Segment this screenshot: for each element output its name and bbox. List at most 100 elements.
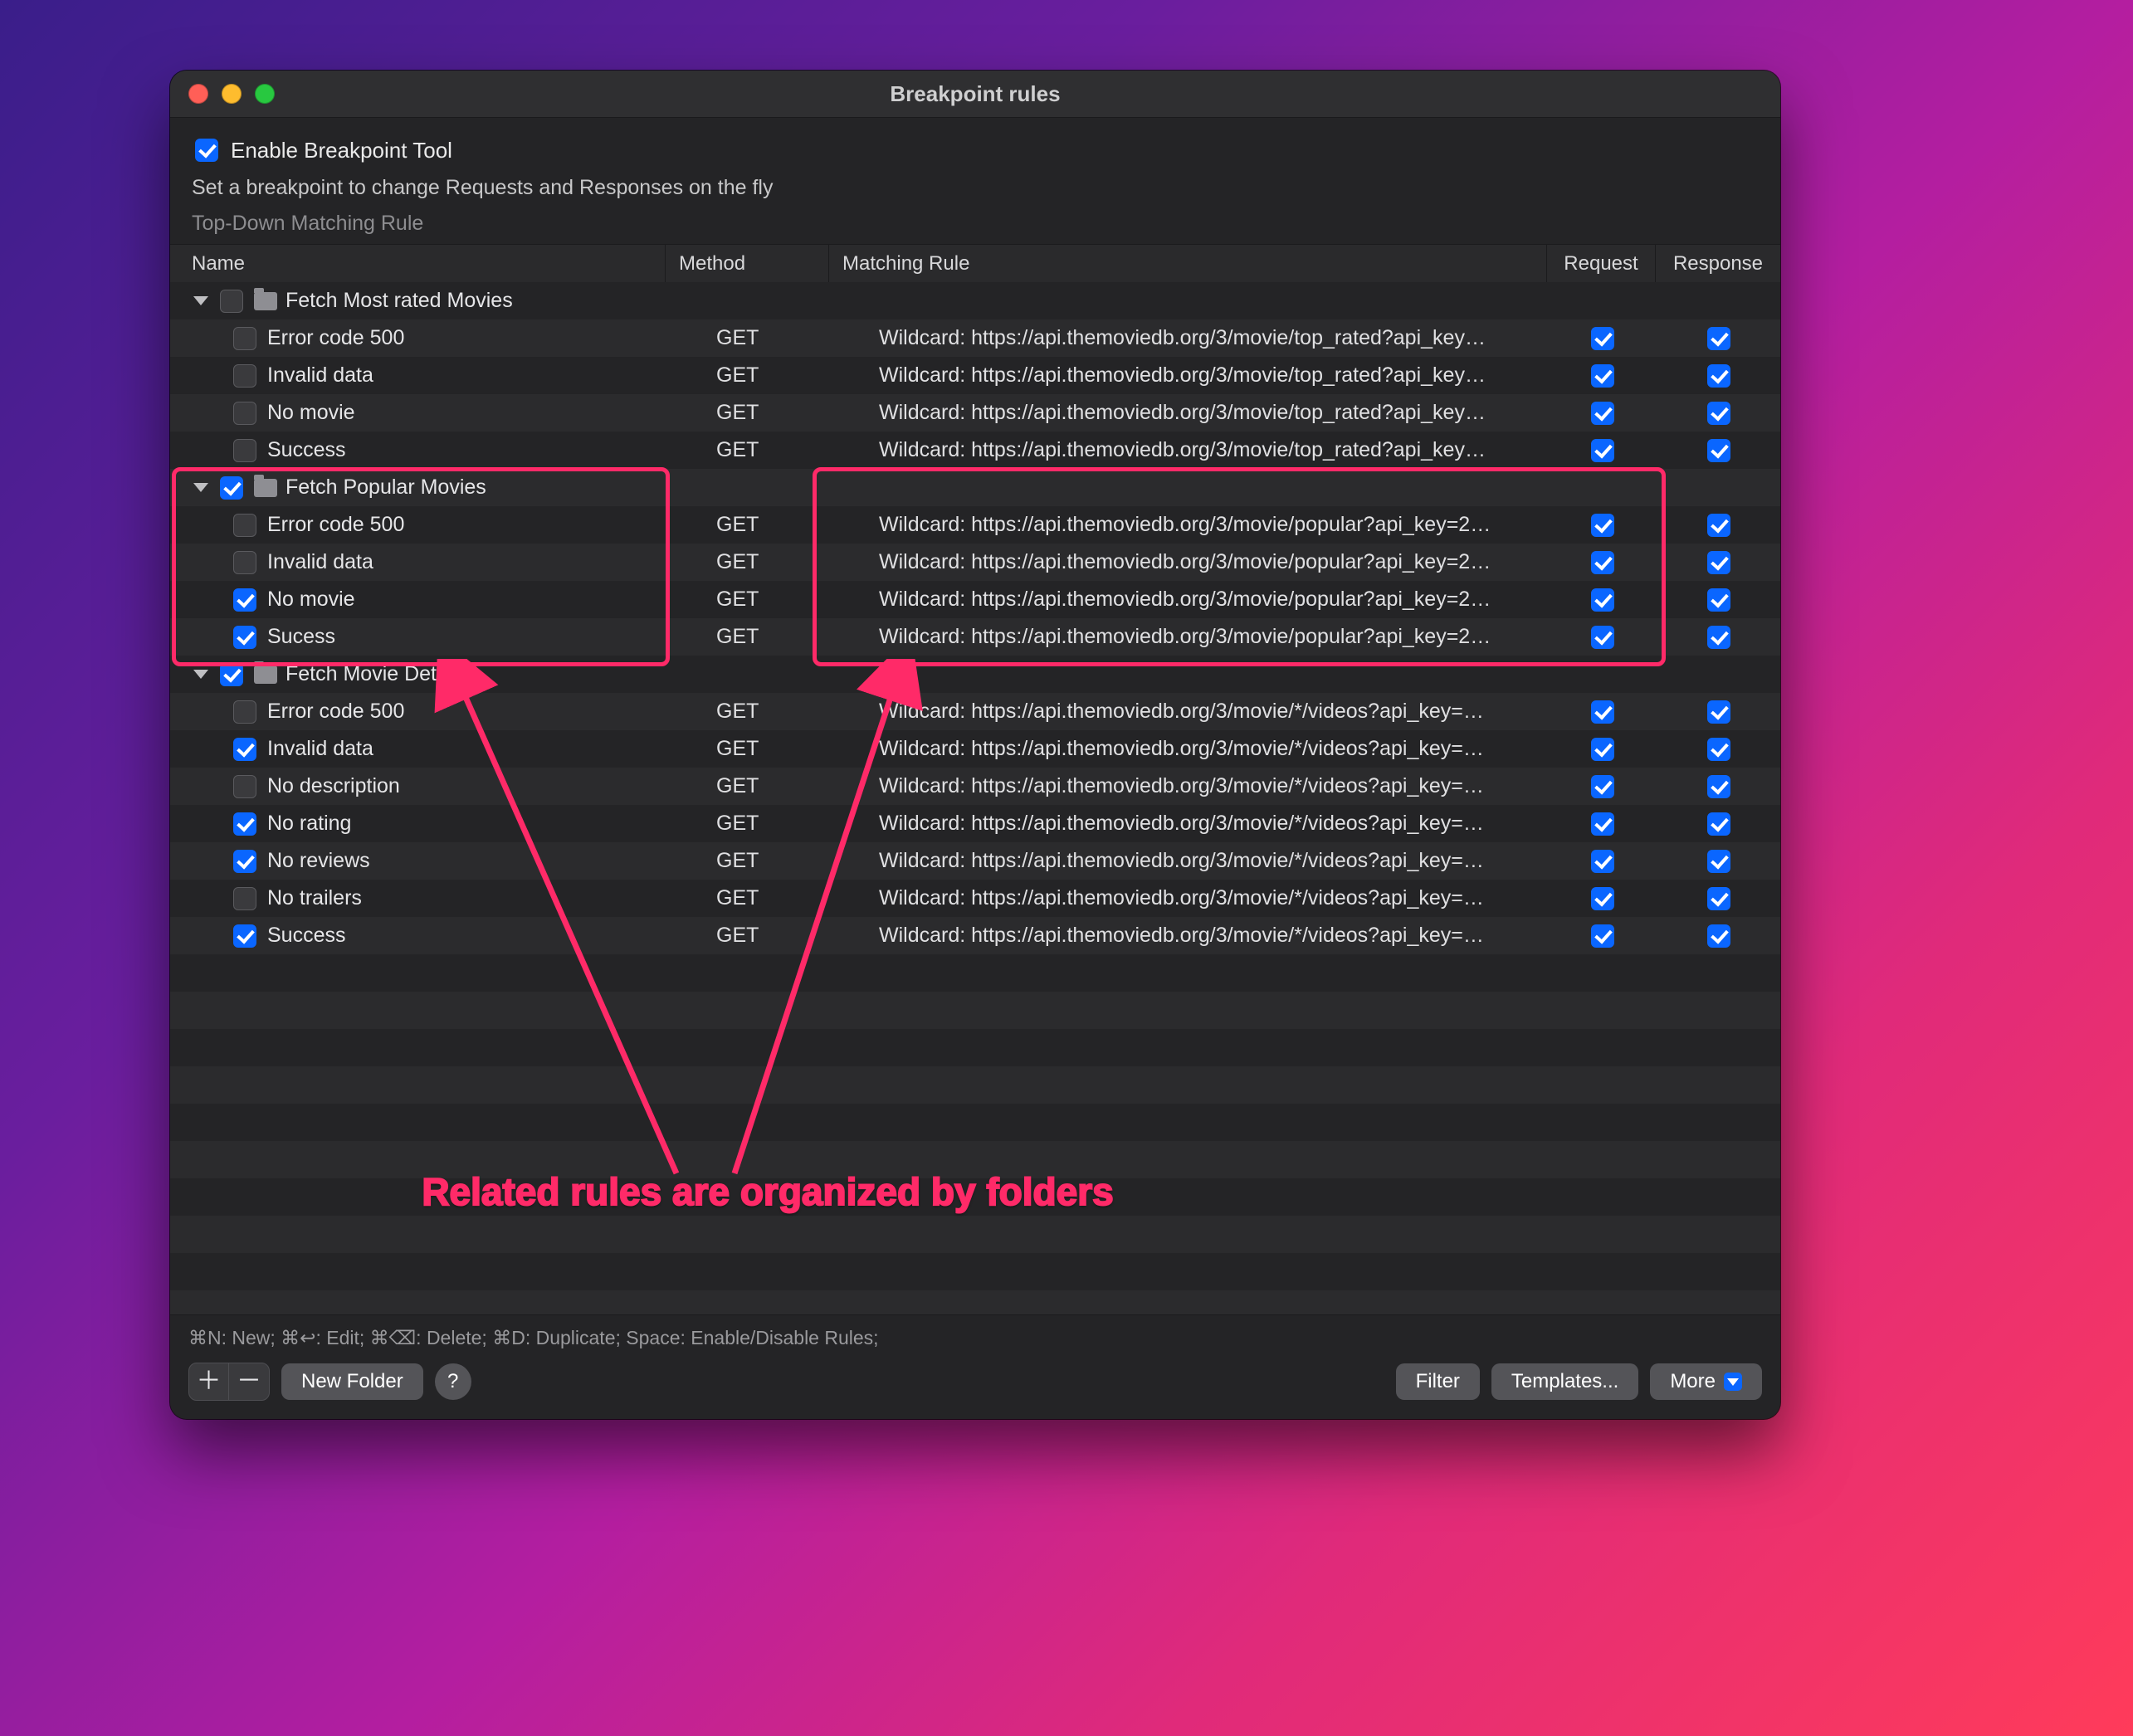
rule-enable-checkbox[interactable] — [233, 738, 256, 761]
rule-request-checkbox[interactable] — [1591, 700, 1614, 724]
more-button[interactable]: More — [1650, 1363, 1762, 1400]
col-method[interactable]: Method — [666, 245, 829, 283]
rule-enable-checkbox[interactable] — [233, 850, 256, 873]
rule-response-checkbox[interactable] — [1707, 402, 1730, 425]
rule-response-checkbox[interactable] — [1707, 924, 1730, 948]
rule-enable-checkbox[interactable] — [233, 887, 256, 910]
rule-enable-checkbox[interactable] — [233, 775, 256, 798]
rule-enable-checkbox[interactable] — [233, 439, 256, 462]
rule-response-checkbox[interactable] — [1707, 364, 1730, 388]
rule-enable-checkbox[interactable] — [233, 924, 256, 948]
rule-method: GET — [703, 363, 866, 388]
rule-enable-checkbox[interactable] — [233, 551, 256, 574]
rule-row[interactable]: No movieGETWildcard: https://api.themovi… — [170, 394, 1780, 432]
rule-response-checkbox[interactable] — [1707, 775, 1730, 798]
group-enable-checkbox[interactable] — [220, 476, 243, 500]
rule-row[interactable]: No trailersGETWildcard: https://api.them… — [170, 880, 1780, 917]
rule-request-checkbox[interactable] — [1591, 514, 1614, 537]
rule-row[interactable]: Invalid dataGETWildcard: https://api.the… — [170, 544, 1780, 581]
rule-row[interactable]: No descriptionGETWildcard: https://api.t… — [170, 768, 1780, 805]
rule-response-checkbox[interactable] — [1707, 327, 1730, 350]
rule-request-checkbox[interactable] — [1591, 439, 1614, 462]
rule-response-checkbox[interactable] — [1707, 588, 1730, 612]
rule-request-checkbox[interactable] — [1591, 364, 1614, 388]
rule-enable-checkbox[interactable] — [233, 514, 256, 537]
rule-request-checkbox[interactable] — [1591, 588, 1614, 612]
rule-row[interactable]: No reviewsGETWildcard: https://api.themo… — [170, 842, 1780, 880]
rule-request-checkbox[interactable] — [1591, 850, 1614, 873]
rule-request-checkbox[interactable] — [1591, 887, 1614, 910]
rule-request-checkbox[interactable] — [1591, 924, 1614, 948]
rule-response-checkbox[interactable] — [1707, 738, 1730, 761]
rule-row[interactable]: Error code 500 GETWildcard: https://api.t… — [170, 506, 1780, 544]
rule-enable-checkbox[interactable] — [233, 588, 256, 612]
templates-button[interactable]: Templates... — [1491, 1363, 1638, 1400]
rule-enable-checkbox[interactable] — [233, 402, 256, 425]
rule-request-checkbox[interactable] — [1591, 775, 1614, 798]
col-response[interactable]: Response — [1656, 245, 1780, 283]
footer: ⌘N: New; ⌘↩: Edit; ⌘⌫: Delete; ⌘D: Dupli… — [170, 1314, 1780, 1419]
rules-table: Name Method Matching Rule Request Respon… — [170, 244, 1780, 1314]
enable-breakpoint-checkbox[interactable] — [195, 139, 218, 162]
disclosure-triangle-icon[interactable] — [193, 483, 208, 492]
new-folder-button[interactable]: New Folder — [281, 1363, 423, 1400]
window-titlebar: Breakpoint rules — [170, 71, 1780, 118]
rule-row[interactable]: No ratingGETWildcard: https://api.themov… — [170, 805, 1780, 842]
rule-method: GET — [703, 737, 866, 761]
rule-row[interactable]: SucessGETWildcard: https://api.themovied… — [170, 618, 1780, 656]
rule-row[interactable]: Error code 500GETWildcard: https://api.t… — [170, 693, 1780, 730]
rule-enable-checkbox[interactable] — [233, 626, 256, 649]
disclosure-triangle-icon[interactable] — [193, 296, 208, 305]
col-request[interactable]: Request — [1547, 245, 1656, 283]
filter-button[interactable]: Filter — [1396, 1363, 1480, 1400]
col-rule[interactable]: Matching Rule — [829, 245, 1547, 283]
enable-breakpoint-row[interactable]: Enable Breakpoint Tool — [192, 136, 1759, 164]
rule-request-checkbox[interactable] — [1591, 626, 1614, 649]
group-enable-checkbox[interactable] — [220, 290, 243, 313]
rule-name: Error code 500 — [267, 513, 404, 537]
group-enable-checkbox[interactable] — [220, 663, 243, 686]
rule-method: GET — [703, 513, 866, 537]
rule-enable-checkbox[interactable] — [233, 327, 256, 350]
rule-enable-checkbox[interactable] — [233, 812, 256, 836]
rule-enable-checkbox[interactable] — [233, 700, 256, 724]
rule-request-checkbox[interactable] — [1591, 738, 1614, 761]
rule-request-checkbox[interactable] — [1591, 327, 1614, 350]
rule-response-checkbox[interactable] — [1707, 439, 1730, 462]
rule-request-checkbox[interactable] — [1591, 551, 1614, 574]
rule-matching: Wildcard: https://api.themoviedb.org/3/m… — [866, 513, 1548, 537]
rule-matching: Wildcard: https://api.themoviedb.org/3/m… — [866, 849, 1548, 873]
rule-response-checkbox[interactable] — [1707, 626, 1730, 649]
rule-row[interactable]: Error code 500GETWildcard: https://api.t… — [170, 319, 1780, 357]
rule-response-checkbox[interactable] — [1707, 551, 1730, 574]
rule-method: GET — [703, 550, 866, 574]
rule-name: No reviews — [267, 849, 370, 873]
rule-response-checkbox[interactable] — [1707, 514, 1730, 537]
rule-request-checkbox[interactable] — [1591, 402, 1614, 425]
remove-rule-button[interactable]: － — [229, 1363, 269, 1400]
rule-name: No trailers — [267, 886, 362, 910]
disclosure-triangle-icon[interactable] — [193, 670, 208, 679]
rule-matching: Wildcard: https://api.themoviedb.org/3/m… — [866, 401, 1548, 425]
group-row[interactable]: Fetch Most rated Movies — [170, 282, 1780, 319]
rule-method: GET — [703, 438, 866, 462]
help-button[interactable]: ? — [435, 1363, 471, 1400]
group-row[interactable]: Fetch Movie Detail — [170, 656, 1780, 693]
rule-matching: Wildcard: https://api.themoviedb.org/3/m… — [866, 588, 1548, 612]
rule-row[interactable]: SuccessGETWildcard: https://api.themovie… — [170, 432, 1780, 469]
rule-method: GET — [703, 886, 866, 910]
rule-response-checkbox[interactable] — [1707, 887, 1730, 910]
rule-row[interactable]: Invalid dataGETWildcard: https://api.the… — [170, 730, 1780, 768]
rule-response-checkbox[interactable] — [1707, 812, 1730, 836]
col-name[interactable]: Name — [170, 245, 666, 283]
rule-row[interactable]: No movieGETWildcard: https://api.themovi… — [170, 581, 1780, 618]
add-rule-button[interactable]: ＋ — [189, 1363, 229, 1400]
rule-request-checkbox[interactable] — [1591, 812, 1614, 836]
rule-response-checkbox[interactable] — [1707, 700, 1730, 724]
rule-response-checkbox[interactable] — [1707, 850, 1730, 873]
rule-matching: Wildcard: https://api.themoviedb.org/3/m… — [866, 363, 1548, 388]
rule-row[interactable]: SuccessGETWildcard: https://api.themovie… — [170, 917, 1780, 954]
group-row[interactable]: Fetch Popular Movies — [170, 469, 1780, 506]
rule-enable-checkbox[interactable] — [233, 364, 256, 388]
rule-row[interactable]: Invalid dataGETWildcard: https://api.the… — [170, 357, 1780, 394]
